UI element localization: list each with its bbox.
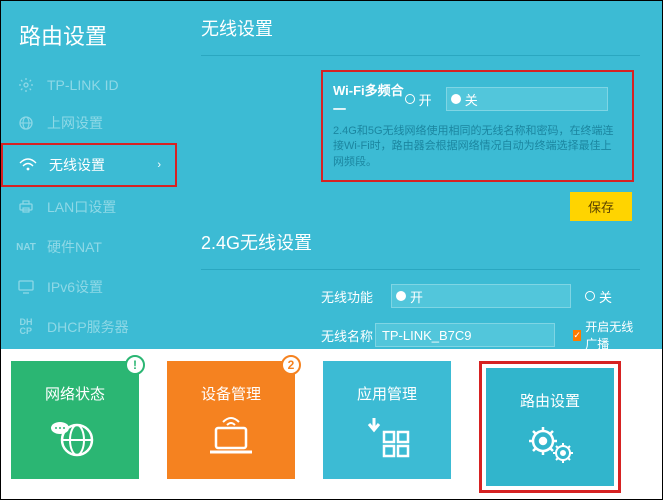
sidebar: 路由设置 TP-LINK ID 上网设置 无线设置 ›	[1, 1, 179, 349]
main-content: 无线设置 Wi-Fi多频合一 开 关 2.4G和5G无线网络使用相同的无线名称和…	[179, 1, 662, 349]
tile-device-mgmt[interactable]: 设备管理 2	[167, 361, 295, 479]
wireless-name-label: 无线名称	[321, 326, 375, 345]
sidebar-item-label: DHCP服务器	[47, 317, 129, 337]
wifi-multiband-block: Wi-Fi多频合一 开 关 2.4G和5G无线网络使用相同的无线名称和密码，在终…	[321, 70, 634, 182]
sidebar-item-wireless[interactable]: 无线设置 ›	[3, 145, 175, 185]
sidebar-item-dhcp[interactable]: DHCP DHCP服务器	[1, 307, 179, 347]
section-title-wireless: 无线设置	[201, 15, 640, 41]
sidebar-item-label: 上网设置	[47, 113, 103, 133]
bottom-tiles: 网络状态 ! 设备管理 2 应用管理 路由设置	[1, 349, 662, 499]
apps-download-icon	[364, 414, 410, 458]
sidebar-item-label: 无线设置	[49, 155, 105, 175]
section-title-24g: 2.4G无线设置	[201, 229, 640, 255]
printer-icon	[15, 200, 37, 214]
sidebar-item-internet[interactable]: 上网设置	[1, 103, 179, 143]
sidebar-item-tplink-id[interactable]: TP-LINK ID	[1, 67, 179, 103]
divider	[201, 269, 640, 270]
wireless-name-input[interactable]	[375, 323, 555, 347]
gears-icon	[525, 421, 575, 465]
sidebar-item-nat[interactable]: NAT 硬件NAT	[1, 227, 179, 267]
alert-badge: !	[125, 355, 145, 375]
sidebar-item-label: IPv6设置	[47, 277, 103, 297]
monitor-icon	[15, 280, 37, 294]
wifi-icon	[17, 157, 39, 173]
multiband-off-radio[interactable]: 关	[446, 87, 608, 111]
sidebar-title: 路由设置	[1, 9, 179, 67]
wireless-func-off-radio[interactable]: 关	[585, 287, 612, 306]
tile-router-settings[interactable]: 路由设置	[486, 368, 614, 486]
divider	[201, 55, 640, 56]
nat-icon: NAT	[15, 242, 37, 253]
count-badge: 2	[281, 355, 301, 375]
save-button[interactable]: 保存	[570, 192, 632, 221]
chevron-right-icon: ›	[157, 159, 161, 171]
sidebar-item-label: 硬件NAT	[47, 237, 102, 257]
tile-app-mgmt[interactable]: 应用管理	[323, 361, 451, 479]
globe-icon	[15, 115, 37, 131]
wireless-func-on-radio[interactable]: 开	[391, 284, 571, 308]
sidebar-item-ipv6[interactable]: IPv6设置	[1, 267, 179, 307]
multiband-label: Wi-Fi多频合一	[333, 80, 405, 118]
multiband-on-radio[interactable]: 开	[405, 90, 432, 109]
laptop-wifi-icon	[204, 414, 258, 458]
gear-icon	[15, 77, 37, 93]
sidebar-item-lan[interactable]: LAN口设置	[1, 187, 179, 227]
globe-chat-icon	[50, 414, 100, 458]
sidebar-item-label: TP-LINK ID	[47, 77, 119, 93]
broadcast-checkbox[interactable]: ✓开启无线广播	[573, 318, 640, 349]
sidebar-item-label: LAN口设置	[47, 197, 116, 217]
multiband-note: 2.4G和5G无线网络使用相同的无线名称和密码，在终端连接Wi-Fi时，路由器会…	[333, 124, 622, 170]
wireless-func-label: 无线功能	[321, 287, 391, 306]
dhcp-icon: DHCP	[15, 318, 37, 336]
tile-network-status[interactable]: 网络状态 !	[11, 361, 139, 479]
